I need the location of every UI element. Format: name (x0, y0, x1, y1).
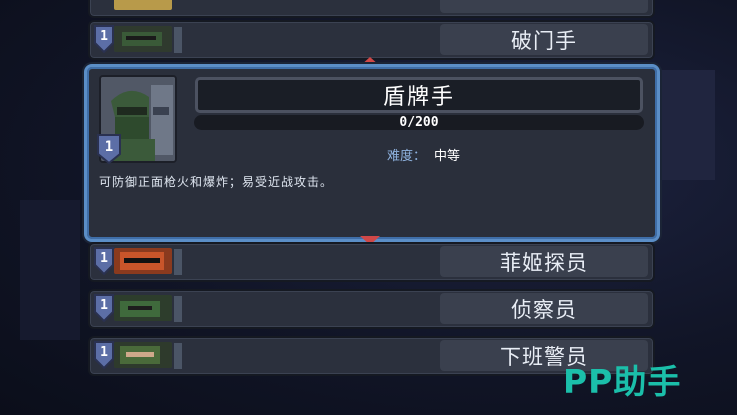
level-shield-icon: 1 (94, 341, 114, 369)
progress-text: 0/200 (399, 115, 439, 130)
list-item-scout[interactable]: 1 侦察员 (88, 289, 655, 329)
scout-portrait (114, 295, 172, 321)
portrait-divider (174, 249, 182, 275)
portrait-divider (174, 27, 182, 53)
portrait-divider (174, 343, 182, 369)
selected-unit-card[interactable]: 1 盾牌手 0/200 难度： 中等 可防御正面枪火和爆炸；易受近战攻击。 (84, 64, 660, 242)
unit-description: 可防御正面枪火和爆炸；易受近战攻击。 (99, 175, 334, 189)
difficulty-value: 中等 (434, 149, 461, 164)
cop-portrait (114, 342, 172, 368)
unlock-progress-bar: 0/200 (194, 115, 644, 130)
list-item-breacher[interactable]: 1 破门手 (88, 20, 655, 60)
portrait-image (114, 0, 172, 10)
unit-select-screen: 1 破门手 1 盾牌手 0/200 难度： 中等 可防御正面枪火和爆炸；易受近战… (0, 0, 737, 415)
portrait-divider (174, 296, 182, 322)
list-item-hidden[interactable] (88, 0, 655, 18)
unit-name-box (440, 0, 648, 13)
list-item-agent-figgy[interactable]: 1 菲姬探员 (88, 242, 655, 282)
difficulty-label: 难度： (387, 149, 427, 164)
watermark-logo: PP助手 (563, 362, 682, 401)
difficulty-row: 难度： 中等 (387, 145, 460, 164)
background-wall (20, 200, 80, 340)
level-shield-icon: 1 (94, 247, 114, 275)
level-shield-icon: 1 (94, 25, 114, 53)
unit-name: 破门手 (440, 24, 648, 55)
unit-name: 菲姬探员 (440, 246, 648, 277)
level-shield-icon: 1 (97, 134, 121, 164)
level-shield-icon: 1 (94, 294, 114, 322)
background-building (655, 70, 715, 180)
unit-name: 侦察员 (440, 293, 648, 324)
unit-title: 盾牌手 (195, 77, 643, 113)
breacher-portrait (114, 26, 172, 52)
agent-portrait (114, 248, 172, 274)
